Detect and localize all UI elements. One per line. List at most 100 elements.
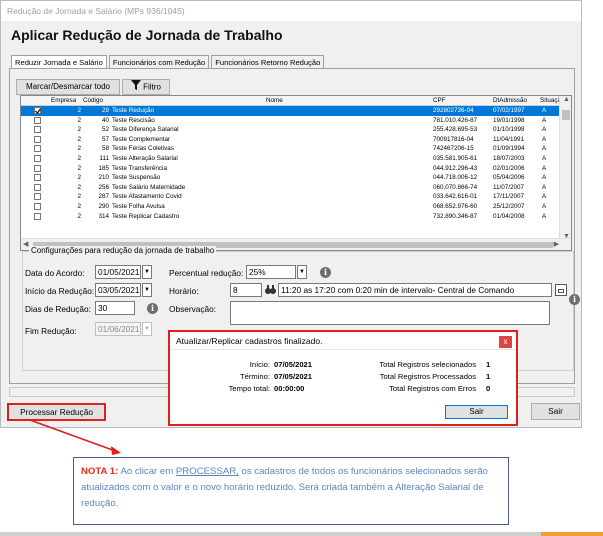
percentual-select[interactable]: 25% [246, 265, 296, 279]
dialog-inicio-label: Início: [249, 360, 270, 369]
cell-cpf: 781.010.426-87 [433, 116, 478, 124]
employee-grid: Empresa Código Nome CPF DtAdmissão Situa… [20, 95, 572, 251]
cell-cpf: 035.581.905-61 [433, 155, 478, 162]
dialog-title: Atualizar/Replicar cadastros finalizado. [170, 332, 516, 350]
cell-nome: Teste Complementar [112, 135, 171, 143]
horario-code-field[interactable]: 8 [230, 283, 262, 297]
col-cpf[interactable]: CPF [433, 96, 446, 106]
col-empresa[interactable]: Empresa [51, 96, 76, 106]
percentual-label: Percentual redução: [169, 268, 244, 278]
cell-nome: Teste Replicar Cadastro [112, 212, 180, 220]
cell-situacao: A [542, 107, 547, 114]
cell-cpf: 068.652.976-60 [433, 203, 478, 210]
row-checkbox[interactable] [34, 126, 41, 134]
row-checkbox[interactable] [34, 193, 41, 201]
tab-funcionarios-retorno[interactable]: Funcionários Retorno Redução [211, 55, 325, 69]
cell-cpf: 060.070.866-74 [433, 183, 478, 191]
cell-empresa: 2 [77, 116, 81, 124]
horario-description-field: 11:20 as 17:20 com 0:20 min de intervalo… [278, 283, 552, 297]
cell-cpf: 732.890.346-87 [433, 212, 478, 220]
data-acordo-dropdown-icon[interactable]: ▼ [142, 265, 152, 279]
note-text-before: Ao clicar em [118, 466, 176, 477]
row-checkbox[interactable] [34, 145, 41, 153]
cell-nome: Teste Afastamento Covid [112, 193, 182, 201]
cell-nome: Teste Alteração Salarial [112, 155, 178, 162]
cell-situacao: A [542, 145, 547, 153]
sair-button[interactable]: Sair [531, 403, 580, 420]
scroll-right-icon[interactable]: ▶ [554, 240, 559, 248]
cell-situacao: A [542, 155, 547, 162]
dialog-termino-label: Término: [240, 372, 270, 381]
row-checkbox[interactable] [34, 203, 41, 210]
table-row[interactable]: 2 287 Teste Afastamento Covid 033.642.616-0… [21, 192, 561, 202]
cell-cpf: 292802736-04 [433, 107, 474, 114]
table-row[interactable]: 2 52 Teste Diferença Salarial 255.428.695-5… [21, 125, 561, 135]
table-row[interactable]: 2 256 Teste Salário Maternidade 060.070.866… [21, 183, 561, 193]
cell-codigo: 29 [101, 107, 109, 114]
dialog-sair-button[interactable]: Sair [445, 405, 508, 419]
tab-reduzir-jornada[interactable]: Reduzir Jornada e Salário [11, 55, 107, 69]
cell-admissao: 18/07/2003 [493, 155, 525, 162]
toggle-all-button[interactable]: Marcar/Desmarcar todo [16, 79, 120, 95]
inicio-reducao-field[interactable]: 03/05/2021 [95, 283, 141, 297]
cell-codigo: 111 [99, 155, 109, 162]
row-checkbox[interactable] [34, 212, 41, 220]
col-codigo[interactable]: Código [83, 96, 103, 106]
col-nome[interactable]: Nome [266, 96, 283, 106]
row-checkbox[interactable] [34, 116, 41, 124]
table-row[interactable]: 2 40 Teste Rescisão 781.010.426-87 19/01/199… [21, 116, 561, 126]
table-row[interactable]: 2 111 Teste Alteração Salarial 035.581.905-… [21, 154, 561, 164]
cell-empresa: 2 [77, 135, 81, 143]
row-checkbox[interactable] [34, 183, 41, 191]
tab-strip: Reduzir Jornada e Salário Funcionários c… [11, 55, 326, 69]
cell-codigo: 256 [98, 183, 109, 191]
cell-nome: Teste Diferença Salarial [112, 126, 179, 134]
window-title: Redução de Jornada e Salário (MPs 936/10… [1, 1, 581, 21]
observacao-field[interactable] [230, 301, 550, 325]
cell-codigo: 58 [101, 145, 109, 153]
vertical-scroll-thumb[interactable] [562, 110, 570, 120]
processar-reducao-button[interactable]: Processar Redução [7, 403, 106, 421]
table-row[interactable]: 2 290 Teste Folha Avulsa 068.652.976-60 25/1… [21, 202, 561, 212]
cell-empresa: 2 [77, 203, 81, 210]
cell-codigo: 314 [98, 212, 109, 220]
cell-cpf: 255.428.695-53 [433, 126, 478, 134]
row-checkbox[interactable] [34, 174, 41, 182]
table-row[interactable]: 2 29 Teste Redução 292802736-04 07/02/1997 A [21, 106, 561, 116]
filter-button[interactable]: Filtro [122, 79, 170, 95]
table-row[interactable]: 2 57 Teste Complementar 700917816-04 11/04/1… [21, 135, 561, 145]
cell-situacao: A [542, 174, 547, 182]
cell-cpf: 742467206-15 [433, 145, 474, 153]
scroll-left-icon[interactable]: ◀ [23, 240, 28, 248]
cell-situacao: A [542, 212, 547, 220]
table-row[interactable]: 2 185 Teste Transferência 044.912.296-43 02/… [21, 164, 561, 174]
percentual-dropdown-icon[interactable]: ▼ [297, 265, 307, 279]
close-icon[interactable]: x [499, 336, 512, 348]
cell-situacao: A [542, 164, 547, 172]
cell-situacao: A [542, 183, 547, 191]
tab-funcionarios-com-reducao[interactable]: Funcionários com Redução [108, 55, 210, 69]
col-admissao[interactable]: DtAdmissão [493, 96, 527, 106]
vertical-scrollbar[interactable]: ▲ ▼ [559, 96, 571, 240]
calendar-icon[interactable] [555, 284, 567, 296]
cell-situacao: A [542, 193, 547, 201]
horario-info-icon[interactable]: i [569, 294, 580, 305]
row-checkbox[interactable] [34, 155, 41, 162]
percentual-info-icon[interactable]: i [320, 267, 331, 278]
binoculars-icon[interactable] [265, 285, 276, 295]
row-checkbox[interactable] [34, 164, 41, 172]
table-row[interactable]: 2 314 Teste Replicar Cadastro 732.890.346-8… [21, 212, 561, 222]
scroll-up-icon[interactable]: ▲ [563, 96, 570, 103]
table-row[interactable]: 2 58 Teste Férias Coletivas 742467206-15 01/… [21, 144, 561, 154]
table-row[interactable]: 2 210 Teste Suspensão 044.718.006-12 05/04/2… [21, 173, 561, 183]
row-checkbox[interactable] [34, 135, 41, 143]
data-acordo-field[interactable]: 01/05/2021 [95, 265, 141, 279]
note-title: NOTA 1: [81, 466, 119, 477]
cell-admissao: 19/01/1998 [493, 116, 525, 124]
note-box: NOTA 1: Ao clicar em PROCESSAR, os cadas… [73, 457, 509, 525]
dialog-erros-label: Total Registros com Erros [389, 384, 476, 393]
inicio-reducao-dropdown-icon[interactable]: ▼ [142, 283, 152, 297]
row-checkbox[interactable] [34, 107, 41, 114]
dias-reducao-field[interactable]: 30 [95, 301, 135, 315]
dias-info-icon[interactable]: i [147, 303, 158, 314]
